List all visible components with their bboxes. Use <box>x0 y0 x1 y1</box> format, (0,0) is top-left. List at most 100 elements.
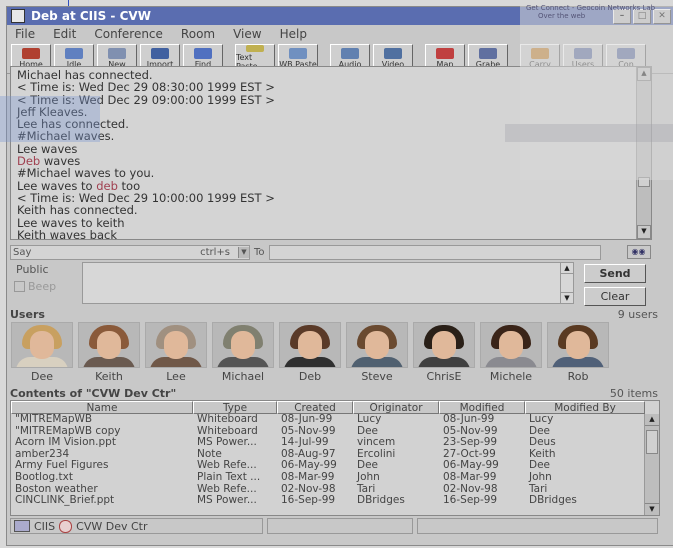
table-cell: Dee <box>529 460 551 472</box>
table-cell: DBridges <box>529 495 577 507</box>
public-label: Public <box>16 263 49 276</box>
find-icon <box>194 47 212 59</box>
user-lee[interactable]: Lee <box>145 322 207 384</box>
user-steve[interactable]: Steve <box>346 322 408 384</box>
say-row: Say ctrl+s ▼ To ◉◉ <box>10 244 666 260</box>
users-header: Users 9 users <box>10 308 658 321</box>
menu-edit[interactable]: Edit <box>53 27 76 41</box>
user-deb[interactable]: Deb <box>279 322 341 384</box>
table-cell: 27-Oct-99 <box>443 448 496 460</box>
menu-room[interactable]: Room <box>181 27 215 41</box>
column-header-created[interactable]: Created <box>277 401 353 414</box>
background-text: Get Connect - Geocoin Networks Lab <box>526 4 656 12</box>
scroll-up-icon[interactable]: ▲ <box>645 414 659 426</box>
user-chrise[interactable]: ChrisE <box>413 322 475 384</box>
message-area: Public Beep ▲ ▼ Send Clear <box>10 262 666 306</box>
video-icon <box>384 47 402 59</box>
scroll-down-icon[interactable]: ▼ <box>637 225 651 239</box>
recipient-icon[interactable]: ◉◉ <box>626 245 651 259</box>
chevron-down-icon[interactable]: ▼ <box>238 246 249 258</box>
user-name: Dee <box>30 370 53 383</box>
table-cell: Lucy <box>529 414 554 425</box>
contents-count: 50 items <box>609 387 658 400</box>
table-cell: Boston weather <box>15 483 98 495</box>
avatar-face <box>97 331 121 359</box>
table-cell: DBridges <box>357 495 405 507</box>
avatar[interactable] <box>547 322 609 368</box>
scroll-up-icon[interactable]: ▲ <box>561 263 573 274</box>
table-scrollbar[interactable]: ▲ ▼ <box>644 414 659 515</box>
menu-help[interactable]: Help <box>280 27 307 41</box>
table-cell: Dee <box>357 425 379 437</box>
avatar[interactable] <box>346 322 408 368</box>
avatar[interactable] <box>279 322 341 368</box>
table-row[interactable]: Bootlog.txt Plain Text ... 08-Mar-99 John 08… <box>11 472 659 484</box>
send-button[interactable]: Send <box>584 264 646 283</box>
table-cell: Bootlog.txt <box>15 471 73 483</box>
avatar[interactable] <box>11 322 73 368</box>
idle-icon <box>65 47 83 59</box>
user-michele[interactable]: Michele <box>480 322 542 384</box>
table-row[interactable]: CINCLINK_Brief.ppt MS Power... 16-Sep-99 DB… <box>11 495 659 507</box>
table-row[interactable]: Boston weather Web Refe... 02-Nov-98 Tari 02… <box>11 484 659 496</box>
table-cell: 05-Nov-99 <box>443 425 498 437</box>
wb-paste-icon <box>289 47 307 59</box>
avatar[interactable] <box>145 322 207 368</box>
beep-option[interactable]: Beep <box>14 280 56 293</box>
column-header-modified-by[interactable]: Modified By <box>525 401 645 414</box>
table-scroll-thumb[interactable] <box>646 430 658 454</box>
home-icon <box>22 47 40 59</box>
user-keith[interactable]: Keith <box>78 322 140 384</box>
user-dee[interactable]: Dee <box>11 322 73 384</box>
column-header-type[interactable]: Type <box>193 401 277 414</box>
avatar-face <box>365 331 389 359</box>
message-scrollbar[interactable]: ▲ ▼ <box>560 263 573 303</box>
avatar[interactable] <box>212 322 274 368</box>
background-highlight <box>0 96 100 142</box>
to-field[interactable] <box>268 244 601 260</box>
table-cell: 02-Nov-98 <box>443 483 498 495</box>
table-cell: 08-Aug-97 <box>281 448 336 460</box>
say-mode-select[interactable]: Say ctrl+s ▼ <box>10 244 250 260</box>
column-header-name[interactable]: Name <box>11 401 193 414</box>
table-row[interactable]: "MITREMapWB Whiteboard 08-Jun-99 Lucy 08-Jun… <box>11 414 659 426</box>
table-cell: Web Refe... <box>197 483 257 495</box>
clear-button[interactable]: Clear <box>584 287 646 306</box>
app-icon <box>11 9 25 23</box>
menu-file[interactable]: File <box>15 27 35 41</box>
table-cell: MS Power... <box>197 437 257 449</box>
avatar[interactable] <box>78 322 140 368</box>
table-row[interactable]: Acorn IM Vision.ppt MS Power... 14-Jul-99 v… <box>11 437 659 449</box>
avatar[interactable] <box>413 322 475 368</box>
user-rob[interactable]: Rob <box>547 322 609 384</box>
user-name: Rob <box>567 370 589 383</box>
beep-checkbox[interactable] <box>14 281 25 292</box>
message-input[interactable]: ▲ ▼ <box>82 262 574 304</box>
text-paste-icon <box>246 45 264 52</box>
table-cell: 02-Nov-98 <box>281 483 336 495</box>
menu-view[interactable]: View <box>233 27 261 41</box>
background-window: Get Connect - Geocoin Networks Lab Over … <box>520 0 673 180</box>
table-cell: Acorn IM Vision.ppt <box>15 437 116 449</box>
background-bar <box>505 124 673 142</box>
table-cell: John <box>529 471 552 483</box>
table-cell: 08-Jun-99 <box>443 414 495 425</box>
table-cell: Note <box>197 448 222 460</box>
scroll-down-icon[interactable]: ▼ <box>645 503 659 515</box>
column-header-originator[interactable]: Originator <box>353 401 439 414</box>
scroll-down-icon[interactable]: ▼ <box>561 292 573 303</box>
table-cell: 23-Sep-99 <box>443 437 498 449</box>
table-row[interactable]: "MITREMapWB copy Whiteboard 05-Nov-99 Dee 05… <box>11 426 659 438</box>
map-icon <box>436 47 454 59</box>
chat-line-text: Keith waves back <box>17 227 118 240</box>
table-row[interactable]: amber234 Note 08-Aug-97 Ercolini 27-Oct-99 Ke… <box>11 449 659 461</box>
avatar[interactable] <box>480 322 542 368</box>
column-header-modified[interactable]: Modified <box>439 401 525 414</box>
menu-conference[interactable]: Conference <box>94 27 163 41</box>
table-cell: Deus <box>529 437 556 449</box>
contents-title: Contents of "CVW Dev Ctr" <box>10 387 177 400</box>
table-cell: "MITREMapWB <box>15 414 93 425</box>
table-row[interactable]: Army Fuel Figures Web Refe... 06-May-99 Dee… <box>11 460 659 472</box>
status-room: CVW Dev Ctr <box>76 519 148 533</box>
user-michael[interactable]: Michael <box>212 322 274 384</box>
